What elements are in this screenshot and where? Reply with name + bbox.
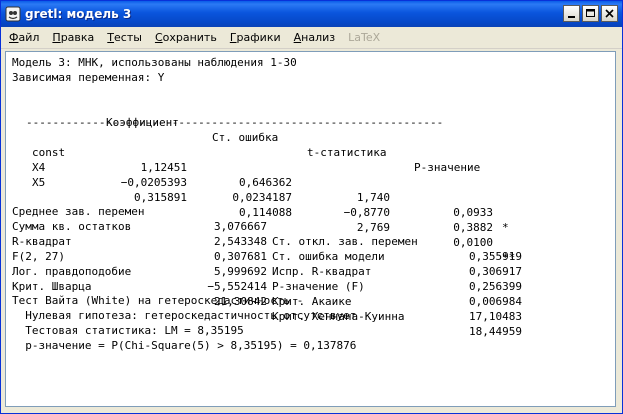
stat-value: 17,10483 bbox=[469, 310, 522, 323]
stat-value: 0,256399 bbox=[469, 280, 522, 293]
gretl-app-icon bbox=[5, 6, 21, 22]
table-separator: ----------------------------------------… bbox=[26, 116, 444, 129]
white-test-statistic: Тестовая статистика: LM = 8,35195 bbox=[12, 324, 244, 337]
stats-row: Сумма кв. остатков 2,543348 Ст. ошибка м… bbox=[12, 204, 612, 278]
model-output-text[interactable]: Модель 3: МНК, использованы наблюдения 1… bbox=[5, 51, 616, 407]
stat-label: Крит. Шварца bbox=[12, 280, 92, 293]
menu-latex: LaTeX bbox=[348, 31, 381, 44]
menu-save[interactable]: Сохранить bbox=[155, 31, 217, 44]
dependent-variable: Зависимая переменная: Y bbox=[12, 71, 165, 84]
stats-row: F(2, 27) 5,999692 Р-значение (F) 0,00698… bbox=[12, 234, 612, 308]
maximize-icon bbox=[586, 9, 595, 17]
title-bar[interactable]: gretl: модель 3 bbox=[1, 1, 622, 27]
menu-graphs[interactable]: Графики bbox=[230, 31, 281, 44]
table-row: const 1,12451 0,646362 1,740 0,0933 * bbox=[12, 130, 612, 234]
stats-row: R-квадрат 0,307681 Испр. R-квадрат 0,256… bbox=[12, 219, 612, 293]
stat-value: 0,006984 bbox=[469, 295, 522, 308]
stats-row: Лог. правдоподобие −5,552414 Крит. Акаик… bbox=[12, 249, 612, 323]
row-se: 0,646362 bbox=[239, 176, 292, 189]
stat-label: Р-значение (F) bbox=[272, 280, 365, 293]
window-controls bbox=[563, 5, 618, 22]
white-test-title: Тест Вайта (White) на гетероскедастичнос… bbox=[12, 294, 304, 307]
gretl-model-window: gretl: модель 3 Файл Правка Тесты Сохран… bbox=[0, 0, 623, 414]
model-description: Модель 3: МНК, использованы наблюдения 1… bbox=[12, 56, 297, 69]
maximize-button[interactable] bbox=[582, 5, 599, 22]
menu-file[interactable]: Файл bbox=[9, 31, 39, 44]
table-row: X4 −0,0205393 0,0234187 −0,8770 0,3882 bbox=[12, 145, 612, 234]
row-name: X5 bbox=[32, 176, 46, 189]
stats-row: Крит. Шварца 21,30842 Крит. Хеннана-Куин… bbox=[12, 264, 612, 338]
close-icon bbox=[605, 9, 614, 18]
coef-table-header: Коэффициент Ст. ошибка t-статистика P-зн… bbox=[12, 100, 612, 174]
stat-value: 18,44959 bbox=[469, 325, 522, 338]
minimize-icon bbox=[568, 16, 575, 18]
minimize-button[interactable] bbox=[563, 5, 580, 22]
stats-row: Среднее зав. перемен 3,076667 Ст. откл. … bbox=[12, 189, 612, 263]
menu-analysis[interactable]: Анализ bbox=[294, 31, 336, 44]
table-row: X5 0,315891 0,114088 2,769 0,0100 ** bbox=[12, 160, 612, 264]
close-button[interactable] bbox=[601, 5, 618, 22]
row-coef: −0,0205393 bbox=[120, 176, 187, 189]
menu-tests[interactable]: Тесты bbox=[107, 31, 142, 44]
stat-value: −5,552414 bbox=[207, 280, 267, 293]
menu-bar: Файл Правка Тесты Сохранить Графики Анал… bbox=[1, 27, 622, 49]
white-test-pvalue: p-значение = P(Chi-Square(5) > 8,35195) … bbox=[12, 339, 357, 352]
white-test-null-hypothesis: Нулевая гипотеза: гетероскедастичность о… bbox=[12, 309, 357, 322]
menu-edit[interactable]: Правка bbox=[52, 31, 94, 44]
window-title: gretl: модель 3 bbox=[25, 7, 132, 21]
